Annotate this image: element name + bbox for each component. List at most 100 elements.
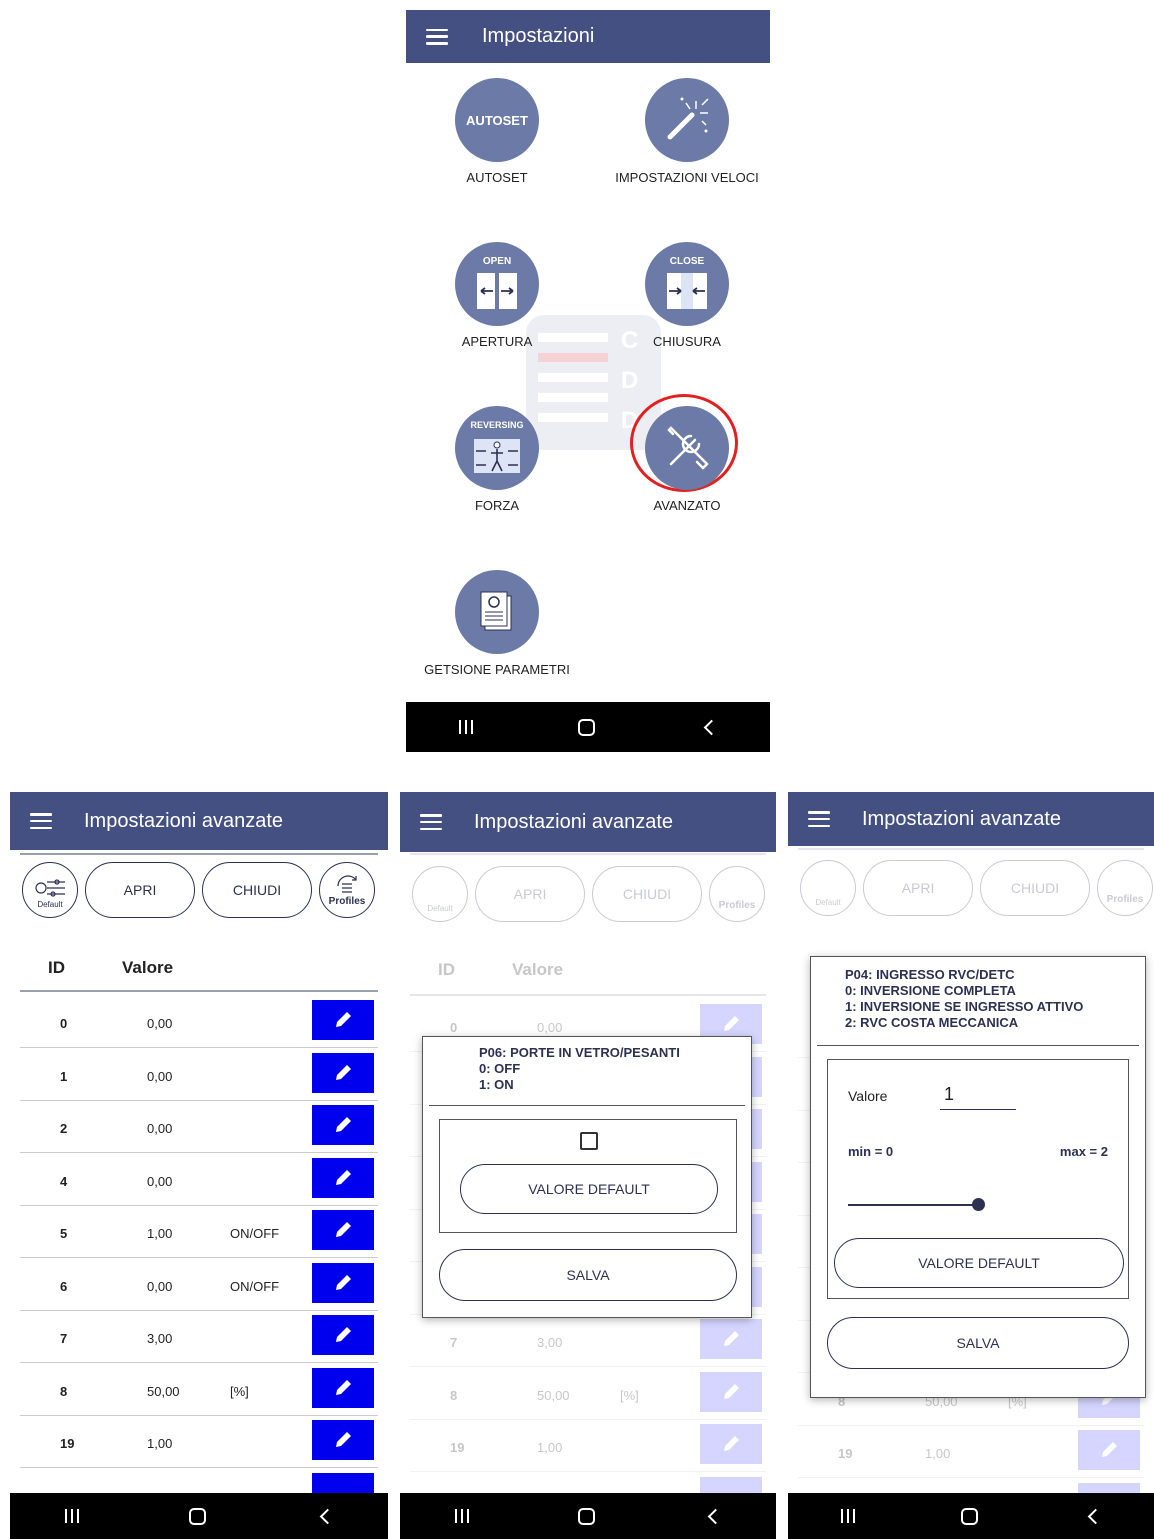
page-title: Impostazioni avanzate <box>862 807 1062 830</box>
opening-tile[interactable]: OPEN APERTURA <box>412 242 582 349</box>
min-label: min = 0 <box>848 1144 894 1159</box>
row-value: 3,00 <box>147 1331 173 1346</box>
row-id: 1 <box>60 1068 68 1084</box>
row-unit: [%] <box>620 1387 639 1403</box>
row-value: 0,00 <box>147 1173 173 1189</box>
menu-icon[interactable] <box>30 813 52 829</box>
back-icon[interactable] <box>707 1508 724 1524</box>
quick-settings-tile[interactable]: IMPOSTAZIONI VELOCI <box>602 78 770 185</box>
value-checkbox[interactable] <box>580 1132 598 1150</box>
door-close-icon: CLOSE <box>645 242 729 326</box>
edit-button[interactable] <box>312 1000 374 1040</box>
app-bar: Impostazioni <box>406 10 770 63</box>
door-open-icon: OPEN <box>455 242 539 326</box>
edit-button[interactable] <box>700 1371 762 1412</box>
save-button[interactable]: SALVA <box>827 1317 1129 1369</box>
home-icon[interactable] <box>578 1507 596 1525</box>
pencil-icon <box>333 1063 353 1083</box>
row-value: 1,00 <box>147 1436 173 1451</box>
home-icon[interactable] <box>961 1507 979 1525</box>
recent-apps-icon[interactable] <box>65 1509 80 1523</box>
table-row: 8 50,00 [%] <box>20 1364 378 1416</box>
row-id: 7 <box>60 1331 68 1346</box>
value-box: Valore 1 min = 0 max = 2 VALORE DEFAULT <box>827 1059 1129 1299</box>
edit-button[interactable] <box>312 1315 374 1355</box>
force-tile[interactable]: REVERSING FORZA <box>412 406 582 513</box>
dialog-title: P04: INGRESSO RVC/DETC <box>845 967 1015 982</box>
android-nav-bar <box>788 1493 1154 1539</box>
col-header-value: Valore <box>122 958 174 977</box>
row-value: 3,00 <box>537 1335 563 1350</box>
edit-button[interactable] <box>700 1319 762 1359</box>
edit-button[interactable] <box>1078 1430 1140 1470</box>
menu-icon[interactable] <box>808 811 830 827</box>
advanced-label: AVANZATO <box>653 498 721 513</box>
recent-apps-icon[interactable] <box>454 1509 469 1523</box>
home-icon[interactable] <box>189 1507 207 1525</box>
android-nav-bar <box>10 1493 388 1539</box>
edit-button[interactable] <box>312 1105 374 1145</box>
chiudi-button[interactable]: CHIUDI <box>202 862 312 918</box>
document-gear-icon <box>455 570 539 654</box>
pencil-icon <box>1099 1440 1119 1460</box>
recent-apps-icon[interactable] <box>458 720 473 734</box>
page-title: Impostazioni avanzate <box>84 809 284 832</box>
value-box: VALORE DEFAULT <box>439 1119 737 1233</box>
table-row: 19 1,00 <box>410 1420 766 1472</box>
pencil-icon <box>721 1329 741 1349</box>
pencil-icon <box>333 1115 353 1135</box>
recent-apps-icon[interactable] <box>841 1509 856 1523</box>
autoset-tile[interactable]: AUTOSET AUTOSET <box>412 78 582 185</box>
default-value-button[interactable]: VALORE DEFAULT <box>834 1238 1124 1288</box>
dialog-option: 1: ON <box>479 1077 514 1092</box>
app-bar: Impostazioni avanzate <box>10 792 388 850</box>
advanced-tile[interactable]: AVANZATO <box>602 394 770 513</box>
edit-button[interactable] <box>312 1262 374 1303</box>
pencil-icon <box>333 1430 353 1450</box>
header-divider <box>20 990 378 992</box>
edit-button[interactable] <box>312 1367 374 1408</box>
profiles-icon <box>337 875 357 893</box>
row-id: 19 <box>60 1436 75 1451</box>
table-row: 73,00 <box>410 1315 766 1367</box>
row-unit: ON/OFF <box>230 1278 280 1294</box>
dialog-divider <box>817 1045 1139 1046</box>
default-button[interactable]: Default <box>22 862 78 918</box>
value-slider[interactable] <box>848 1198 1108 1212</box>
autoset-label: AUTOSET <box>466 170 528 185</box>
pencil-icon <box>333 1378 353 1398</box>
home-icon[interactable] <box>578 718 596 736</box>
edit-button[interactable] <box>312 1420 374 1460</box>
row-value: 1,00 <box>147 1226 173 1241</box>
apri-button[interactable]: APRI <box>85 862 195 918</box>
save-button[interactable]: SALVA <box>439 1249 737 1301</box>
row-id: 2 <box>60 1121 68 1136</box>
dialog-option: 2: RVC COSTA MECCANICA <box>845 1015 1019 1030</box>
android-nav-bar <box>400 1493 776 1539</box>
back-icon[interactable] <box>703 719 720 735</box>
menu-icon[interactable] <box>420 814 442 830</box>
parameters-label: GETSIONE PARAMETRI <box>424 662 570 677</box>
dialog-divider <box>429 1105 745 1106</box>
autoset-icon: AUTOSET <box>455 78 539 162</box>
profiles-button[interactable]: Profiles <box>319 862 375 918</box>
dialog-title: P06: PORTE IN VETRO/PESANTI <box>479 1045 680 1060</box>
opening-label: APERTURA <box>461 334 533 349</box>
parameter-dialog: P06: PORTE IN VETRO/PESANTI 0: OFF 1: ON… <box>422 1036 752 1318</box>
row-id: 7 <box>450 1335 458 1350</box>
row-value: 50,00 <box>147 1383 180 1399</box>
edit-button[interactable] <box>312 1052 374 1093</box>
edit-button[interactable] <box>312 1157 374 1198</box>
menu-icon[interactable] <box>426 28 448 45</box>
back-icon[interactable] <box>1087 1508 1104 1524</box>
parameters-tile[interactable]: GETSIONE PARAMETRI <box>412 570 582 677</box>
edit-button[interactable] <box>700 1424 762 1464</box>
value-input[interactable]: 1 <box>940 1084 1016 1110</box>
back-icon[interactable] <box>319 1508 336 1524</box>
table-row: 20,00 <box>20 1101 378 1153</box>
gear-sliders-icon <box>35 879 65 897</box>
closing-tile[interactable]: CLOSE CHIUSURA <box>602 242 770 349</box>
default-value-button[interactable]: VALORE DEFAULT <box>460 1164 718 1214</box>
slider-thumb[interactable] <box>972 1198 985 1211</box>
edit-button[interactable] <box>312 1210 374 1250</box>
